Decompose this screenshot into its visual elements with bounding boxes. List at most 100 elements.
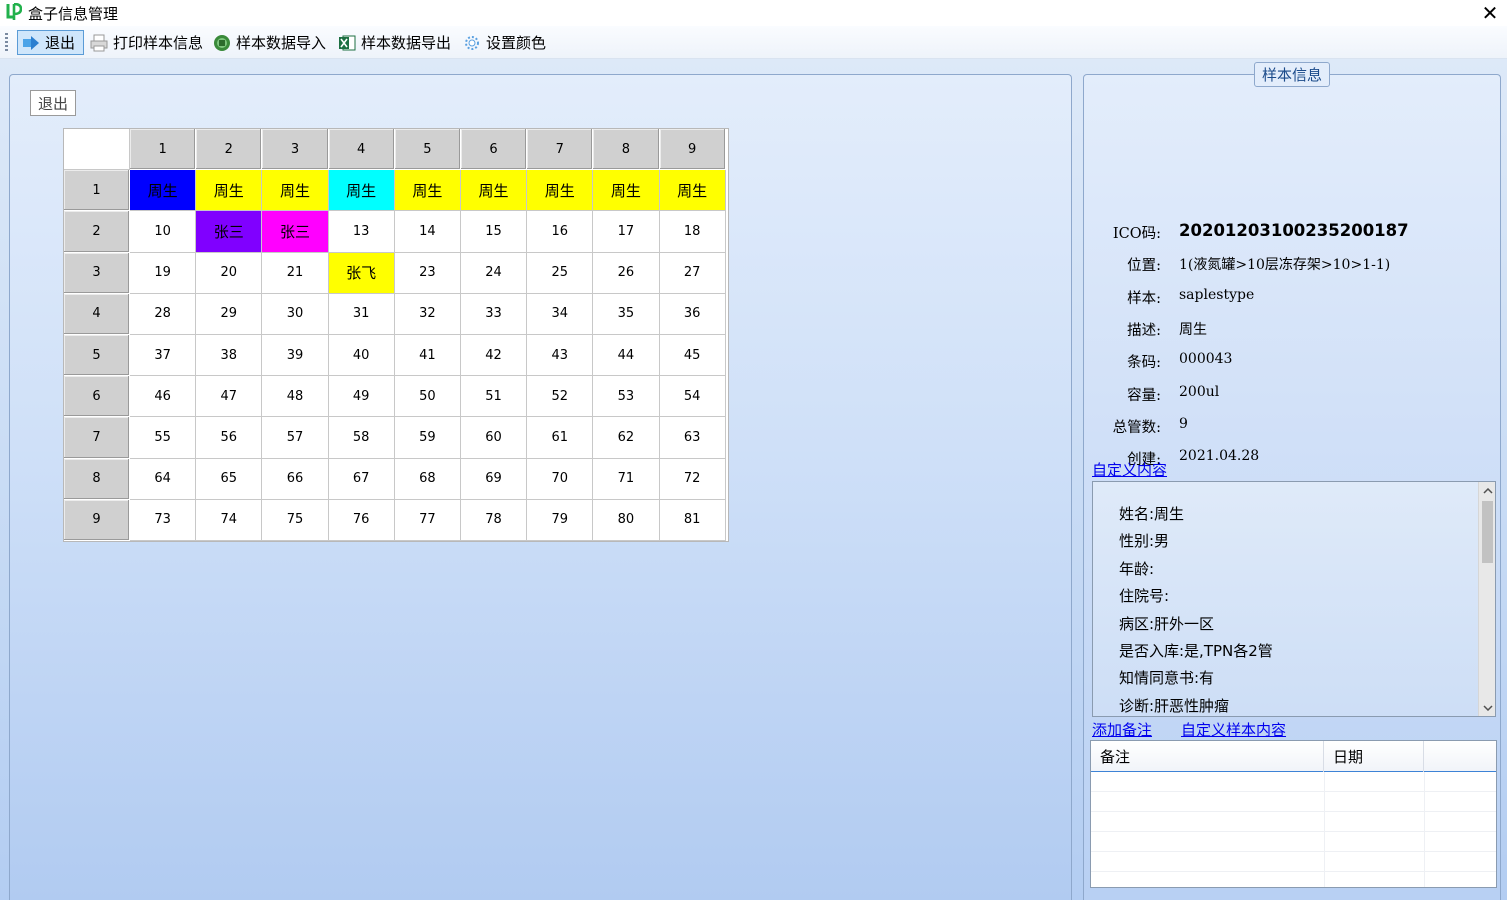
empty-slot-cell[interactable]: 29 [196, 293, 263, 335]
empty-slot-cell[interactable]: 81 [659, 499, 726, 541]
empty-slot-cell[interactable]: 75 [262, 499, 329, 541]
empty-slot-cell[interactable]: 59 [394, 417, 461, 459]
custom-content-box[interactable]: 姓名:周生 性别:男 年龄: 住院号: 病区:肝外一区 是否入库:是,TPN各2管 知情同意… [1092, 481, 1496, 717]
empty-slot-cell[interactable]: 66 [262, 458, 329, 500]
empty-slot-cell[interactable]: 47 [196, 376, 263, 418]
empty-slot-cell[interactable]: 72 [659, 458, 726, 500]
empty-slot-cell[interactable]: 19 [130, 252, 197, 294]
empty-slot-cell[interactable]: 18 [659, 211, 726, 253]
empty-slot-cell[interactable]: 38 [196, 334, 263, 377]
empty-slot-cell[interactable]: 58 [328, 417, 395, 459]
empty-slot-cell[interactable]: 49 [328, 376, 395, 418]
print-button[interactable]: 打印样本信息 [86, 30, 207, 55]
sample-cell[interactable]: 周生 [130, 170, 197, 212]
empty-slot-cell[interactable]: 60 [460, 417, 528, 459]
close-button[interactable]: ✕ [1473, 0, 1507, 26]
sample-cell[interactable]: 周生 [527, 170, 594, 212]
empty-slot-cell[interactable]: 26 [593, 252, 660, 294]
import-button[interactable]: 样本数据导入 [209, 30, 330, 55]
empty-slot-cell[interactable]: 77 [394, 499, 461, 541]
empty-slot-cell[interactable]: 62 [593, 417, 660, 459]
empty-slot-cell[interactable]: 63 [659, 417, 726, 459]
table-row[interactable] [1091, 792, 1496, 812]
empty-slot-cell[interactable]: 21 [262, 252, 329, 294]
scroll-thumb[interactable] [1482, 501, 1493, 563]
empty-slot-cell[interactable]: 13 [328, 211, 395, 253]
empty-slot-cell[interactable]: 40 [328, 334, 395, 377]
empty-slot-cell[interactable]: 34 [527, 293, 594, 335]
empty-slot-cell[interactable]: 35 [593, 293, 660, 335]
empty-slot-cell[interactable]: 73 [130, 499, 197, 541]
exit-button[interactable]: 退出 [17, 30, 84, 55]
empty-slot-cell[interactable]: 76 [328, 499, 395, 541]
empty-slot-cell[interactable]: 15 [460, 211, 528, 253]
empty-slot-cell[interactable]: 80 [593, 499, 660, 541]
scroll-down-icon[interactable] [1479, 699, 1495, 716]
empty-slot-cell[interactable]: 23 [394, 252, 461, 294]
empty-slot-cell[interactable]: 78 [460, 499, 528, 541]
empty-slot-cell[interactable]: 65 [196, 458, 263, 500]
empty-slot-cell[interactable]: 14 [394, 211, 461, 253]
empty-slot-cell[interactable]: 68 [394, 458, 461, 500]
empty-slot-cell[interactable]: 79 [527, 499, 594, 541]
sample-cell[interactable]: 周生 [196, 170, 263, 212]
empty-slot-cell[interactable]: 24 [460, 252, 528, 294]
custom-content-scrollbar[interactable] [1478, 482, 1495, 716]
empty-slot-cell[interactable]: 33 [460, 293, 528, 335]
empty-slot-cell[interactable]: 31 [328, 293, 395, 335]
empty-slot-cell[interactable]: 50 [394, 376, 461, 418]
table-row[interactable] [1091, 772, 1496, 792]
sample-cell[interactable]: 张三 [196, 211, 263, 253]
scroll-up-icon[interactable] [1479, 482, 1495, 499]
empty-slot-cell[interactable]: 52 [527, 376, 594, 418]
empty-slot-cell[interactable]: 57 [262, 417, 329, 459]
empty-slot-cell[interactable]: 61 [527, 417, 594, 459]
sample-cell[interactable]: 周生 [328, 170, 395, 212]
sample-cell[interactable]: 周生 [460, 170, 528, 212]
set-color-button[interactable]: 设置颜色 [459, 30, 550, 55]
empty-slot-cell[interactable]: 69 [460, 458, 528, 500]
empty-slot-cell[interactable]: 56 [196, 417, 263, 459]
sample-cell[interactable]: 周生 [394, 170, 461, 212]
empty-slot-cell[interactable]: 25 [527, 252, 594, 294]
empty-slot-cell[interactable]: 27 [659, 252, 726, 294]
empty-slot-cell[interactable]: 46 [130, 376, 197, 418]
toolbar-grip[interactable] [5, 33, 8, 51]
empty-slot-cell[interactable]: 70 [527, 458, 594, 500]
empty-slot-cell[interactable]: 43 [527, 334, 594, 377]
sample-cell[interactable]: 周生 [262, 170, 329, 212]
empty-slot-cell[interactable]: 48 [262, 376, 329, 418]
notes-column-header[interactable]: 备注 [1091, 741, 1324, 772]
empty-slot-cell[interactable]: 17 [593, 211, 660, 253]
empty-slot-cell[interactable]: 42 [460, 334, 528, 377]
empty-slot-cell[interactable]: 55 [130, 417, 197, 459]
empty-slot-cell[interactable]: 37 [130, 334, 197, 377]
empty-slot-cell[interactable]: 32 [394, 293, 461, 335]
empty-slot-cell[interactable]: 45 [659, 334, 726, 377]
sample-cell[interactable]: 周生 [659, 170, 726, 212]
empty-slot-cell[interactable]: 53 [593, 376, 660, 418]
custom-content-link[interactable]: 自定义内容 [1092, 459, 1167, 480]
empty-slot-cell[interactable]: 64 [130, 458, 197, 500]
export-button[interactable]: 样本数据导出 [334, 30, 455, 55]
empty-slot-cell[interactable]: 74 [196, 499, 263, 541]
table-row[interactable] [1091, 812, 1496, 832]
panel-exit-button[interactable]: 退出 [30, 90, 76, 116]
sample-cell[interactable]: 张三 [262, 211, 329, 253]
table-row[interactable] [1091, 832, 1496, 852]
empty-slot-cell[interactable]: 39 [262, 334, 329, 377]
empty-slot-cell[interactable]: 44 [593, 334, 660, 377]
empty-slot-cell[interactable]: 28 [130, 293, 197, 335]
custom-sample-content-link[interactable]: 自定义样本内容 [1181, 719, 1286, 740]
empty-slot-cell[interactable]: 67 [328, 458, 395, 500]
empty-slot-cell[interactable]: 36 [659, 293, 726, 335]
empty-slot-cell[interactable]: 10 [130, 211, 197, 253]
empty-slot-cell[interactable]: 20 [196, 252, 263, 294]
empty-slot-cell[interactable]: 54 [659, 376, 726, 418]
sample-cell[interactable]: 张飞 [328, 252, 395, 294]
empty-slot-cell[interactable]: 71 [593, 458, 660, 500]
table-row[interactable] [1091, 852, 1496, 872]
empty-slot-cell[interactable]: 30 [262, 293, 329, 335]
empty-slot-cell[interactable]: 16 [527, 211, 594, 253]
sample-cell[interactable]: 周生 [593, 170, 660, 212]
